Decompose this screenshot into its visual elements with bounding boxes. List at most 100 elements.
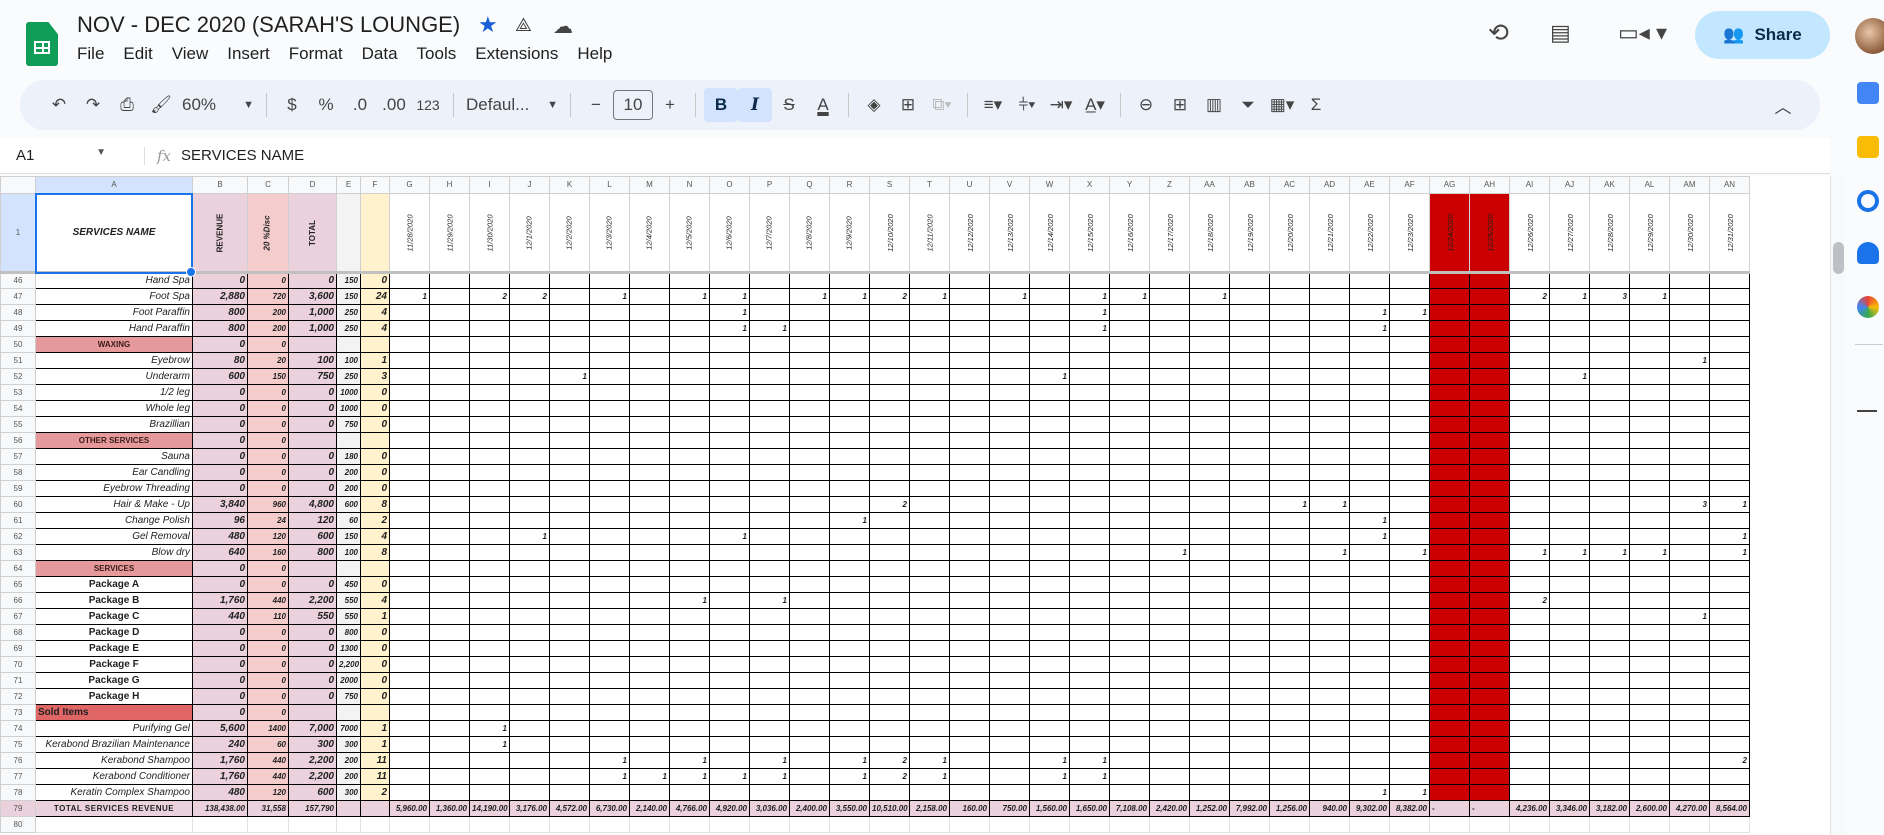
- day-count-cell[interactable]: [1469, 400, 1510, 417]
- day-count-cell[interactable]: 1: [789, 288, 830, 305]
- day-count-cell[interactable]: [1309, 592, 1350, 609]
- day-count-cell[interactable]: [1629, 272, 1670, 289]
- row-header[interactable]: 64: [0, 560, 36, 577]
- day-count-cell[interactable]: [869, 464, 910, 481]
- day-count-cell[interactable]: [549, 432, 590, 449]
- day-count-cell[interactable]: [909, 400, 950, 417]
- day-count-cell[interactable]: [429, 720, 470, 737]
- day-count-cell[interactable]: [1069, 784, 1110, 801]
- day-count-cell[interactable]: [869, 416, 910, 433]
- day-count-cell[interactable]: [909, 704, 950, 721]
- day-count-cell[interactable]: [1229, 736, 1270, 753]
- day-count-cell[interactable]: 1: [669, 592, 710, 609]
- day-count-cell[interactable]: [789, 592, 830, 609]
- day-count-cell[interactable]: [1549, 400, 1590, 417]
- revenue-cell[interactable]: 1,760: [192, 592, 248, 609]
- day-count-cell[interactable]: 1: [1589, 544, 1630, 561]
- row-header[interactable]: 60: [0, 496, 36, 513]
- day-count-cell[interactable]: [1509, 512, 1550, 529]
- cell[interactable]: [949, 816, 990, 833]
- day-count-cell[interactable]: [1669, 512, 1710, 529]
- discount-cell[interactable]: 60: [247, 736, 289, 753]
- day-count-cell[interactable]: [389, 368, 430, 385]
- day-count-cell[interactable]: [1669, 704, 1710, 721]
- day-count-cell[interactable]: [749, 272, 790, 289]
- day-count-cell[interactable]: [709, 544, 750, 561]
- day-count-cell[interactable]: [389, 704, 430, 721]
- day-count-cell[interactable]: [1189, 784, 1230, 801]
- day-count-cell[interactable]: [1509, 352, 1550, 369]
- day-count-cell[interactable]: [1109, 640, 1150, 657]
- day-count-cell[interactable]: 1: [469, 720, 510, 737]
- day-count-cell[interactable]: [509, 432, 550, 449]
- day-count-cell[interactable]: [549, 720, 590, 737]
- day-count-cell[interactable]: [1549, 528, 1590, 545]
- day-count-cell[interactable]: [1229, 432, 1270, 449]
- day-count-cell[interactable]: [829, 384, 870, 401]
- header-total[interactable]: TOTAL: [288, 193, 337, 274]
- day-count-cell[interactable]: [909, 416, 950, 433]
- day-count-cell[interactable]: [1069, 352, 1110, 369]
- day-count-cell[interactable]: [1549, 736, 1590, 753]
- day-count-cell[interactable]: [1309, 640, 1350, 657]
- day-count-cell[interactable]: [1629, 656, 1670, 673]
- day-count-cell[interactable]: [1669, 672, 1710, 689]
- day-count-cell[interactable]: [1189, 448, 1230, 465]
- column-header-AF[interactable]: AF: [1389, 176, 1430, 194]
- day-count-cell[interactable]: [1389, 512, 1430, 529]
- day-count-cell[interactable]: [1429, 464, 1470, 481]
- revenue-cell[interactable]: 0: [192, 656, 248, 673]
- day-count-cell[interactable]: [549, 672, 590, 689]
- day-count-cell[interactable]: [1429, 272, 1470, 289]
- day-count-cell[interactable]: [869, 704, 910, 721]
- row-header[interactable]: 66: [0, 592, 36, 609]
- day-count-cell[interactable]: [589, 656, 630, 673]
- day-count-cell[interactable]: 1: [909, 768, 950, 785]
- day-count-cell[interactable]: 2: [869, 288, 910, 305]
- day-count-cell[interactable]: [1189, 272, 1230, 289]
- day-count-cell[interactable]: [1309, 576, 1350, 593]
- day-count-cell[interactable]: [869, 400, 910, 417]
- price-cell[interactable]: 200: [336, 768, 361, 785]
- day-count-cell[interactable]: [1429, 784, 1470, 801]
- cell[interactable]: [1549, 816, 1590, 833]
- day-count-cell[interactable]: [749, 400, 790, 417]
- day-count-cell[interactable]: [1269, 304, 1310, 321]
- day-count-cell[interactable]: 1: [1389, 544, 1430, 561]
- day-count-cell[interactable]: [1669, 576, 1710, 593]
- day-count-cell[interactable]: [509, 320, 550, 337]
- day-count-cell[interactable]: [1069, 448, 1110, 465]
- day-count-cell[interactable]: [1589, 560, 1630, 577]
- price-cell[interactable]: 7000: [336, 720, 361, 737]
- day-count-cell[interactable]: [429, 448, 470, 465]
- day-count-cell[interactable]: [709, 688, 750, 705]
- column-header-N[interactable]: N: [669, 176, 710, 194]
- day-count-cell[interactable]: [429, 704, 470, 721]
- day-count-cell[interactable]: [1149, 608, 1190, 625]
- day-count-cell[interactable]: [829, 304, 870, 321]
- day-count-cell[interactable]: [1469, 560, 1510, 577]
- day-count-cell[interactable]: [789, 608, 830, 625]
- day-count-cell[interactable]: [1509, 304, 1550, 321]
- row-header[interactable]: 78: [0, 784, 36, 801]
- day-count-cell[interactable]: [949, 544, 990, 561]
- row-header[interactable]: 50: [0, 336, 36, 353]
- row-header[interactable]: 54: [0, 400, 36, 417]
- day-count-cell[interactable]: [749, 464, 790, 481]
- day-count-cell[interactable]: [989, 560, 1030, 577]
- total-cell[interactable]: 0: [288, 464, 337, 481]
- day-count-cell[interactable]: [549, 768, 590, 785]
- cell[interactable]: [1669, 816, 1710, 833]
- day-count-cell[interactable]: [1029, 432, 1070, 449]
- day-count-cell[interactable]: [949, 752, 990, 769]
- day-count-cell[interactable]: [949, 560, 990, 577]
- day-count-cell[interactable]: [1469, 512, 1510, 529]
- service-name[interactable]: Kerabond Conditioner: [35, 768, 193, 785]
- day-count-cell[interactable]: [789, 544, 830, 561]
- merge-cells-icon[interactable]: ⧉▾: [925, 88, 959, 122]
- day-count-cell[interactable]: 1: [1709, 544, 1750, 561]
- total-cell[interactable]: 0: [288, 576, 337, 593]
- service-name[interactable]: Sauna: [35, 448, 193, 465]
- row-header[interactable]: 76: [0, 752, 36, 769]
- daily-total-cell[interactable]: 4,270.00: [1669, 800, 1710, 817]
